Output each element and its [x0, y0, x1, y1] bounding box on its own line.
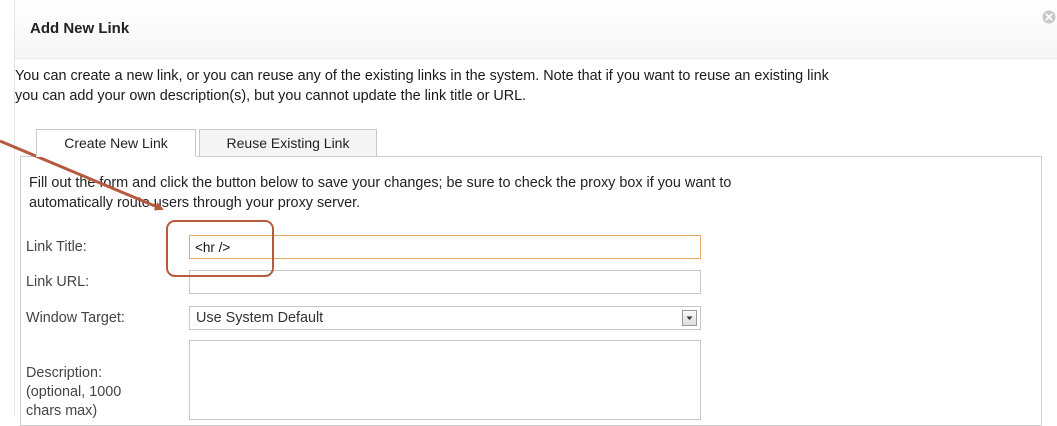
window-target-value: Use System Default	[196, 310, 324, 326]
dialog-header: Add New Link	[15, 0, 1057, 59]
dialog-intro: You can create a new link, or you can re…	[15, 66, 1025, 106]
description-label-line: Description:	[26, 365, 102, 381]
dialog-title: Add New Link	[30, 20, 130, 37]
instructions-line: automatically route users through your p…	[29, 195, 361, 211]
tab-reuse-existing-link[interactable]: Reuse Existing Link	[199, 129, 377, 157]
instructions-line: Fill out the form and click the button b…	[29, 175, 732, 191]
form-instructions: Fill out the form and click the button b…	[29, 173, 929, 213]
intro-line: You can create a new link, or you can re…	[15, 68, 829, 84]
window-target-label: Window Target:	[26, 310, 125, 326]
close-icon[interactable]	[1042, 10, 1056, 24]
background-page-edge	[0, 0, 15, 416]
description-textarea[interactable]	[189, 340, 701, 420]
description-label-line: chars max)	[26, 403, 98, 419]
link-url-label: Link URL:	[26, 274, 90, 290]
link-url-input[interactable]	[189, 270, 701, 294]
description-label-line: (optional, 1000	[26, 384, 122, 400]
link-title-label: Link Title:	[26, 239, 87, 255]
description-label: Description: (optional, 1000 chars max)	[26, 364, 121, 421]
chevron-down-icon[interactable]	[682, 310, 697, 326]
intro-line: you can add your own description(s), but…	[15, 88, 527, 104]
window-target-select[interactable]: Use System Default	[189, 306, 701, 330]
link-title-input[interactable]	[189, 235, 701, 259]
tab-create-new-link[interactable]: Create New Link	[36, 129, 196, 157]
